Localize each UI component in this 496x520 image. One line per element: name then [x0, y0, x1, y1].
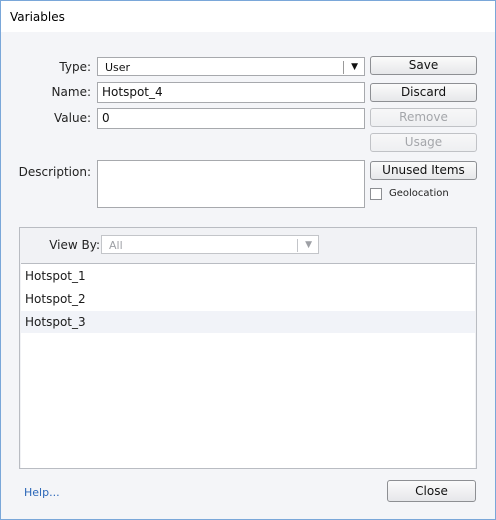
- description-field[interactable]: [97, 160, 365, 208]
- title-bar: Variables: [1, 1, 495, 32]
- chevron-down-icon: ▼: [351, 62, 358, 72]
- close-button[interactable]: Close: [387, 480, 476, 502]
- list-item[interactable]: Hotspot_1: [21, 265, 475, 287]
- view-by-select-value: All: [109, 239, 123, 252]
- window-title: Variables: [10, 10, 65, 24]
- view-by-label: View By:: [49, 238, 100, 252]
- value-field[interactable]: 0: [97, 108, 365, 129]
- geolocation-label: Geolocation: [389, 188, 449, 199]
- help-link[interactable]: Help...: [24, 486, 60, 499]
- usage-button[interactable]: Usage: [370, 133, 477, 152]
- value-label: Value:: [54, 111, 91, 125]
- save-button[interactable]: Save: [370, 56, 477, 75]
- geolocation-checkbox[interactable]: [370, 188, 382, 200]
- unused-items-button[interactable]: Unused Items: [370, 161, 477, 180]
- list-item[interactable]: Hotspot_2: [21, 288, 475, 310]
- type-select-separator: [343, 61, 344, 74]
- variables-dialog: Variables Type: User ▼ Name: Hotspot_4 V…: [0, 0, 496, 520]
- description-label: Description:: [18, 165, 91, 179]
- chevron-down-icon: ▼: [305, 240, 312, 250]
- name-field[interactable]: Hotspot_4: [97, 82, 365, 103]
- type-label: Type:: [59, 60, 91, 74]
- remove-button[interactable]: Remove: [370, 108, 477, 127]
- view-by-select-separator: [297, 239, 298, 252]
- name-label: Name:: [51, 85, 91, 99]
- type-select-value: User: [105, 61, 131, 74]
- type-select[interactable]: User ▼: [97, 57, 365, 76]
- view-panel: View By: All ▼ Hotspot_1 Hotspot_2 Hotsp…: [19, 227, 477, 469]
- discard-button[interactable]: Discard: [370, 83, 477, 102]
- list-item[interactable]: Hotspot_3: [21, 311, 475, 333]
- view-by-select[interactable]: All ▼: [101, 235, 319, 254]
- variables-list[interactable]: Hotspot_1 Hotspot_2 Hotspot_3: [21, 263, 475, 468]
